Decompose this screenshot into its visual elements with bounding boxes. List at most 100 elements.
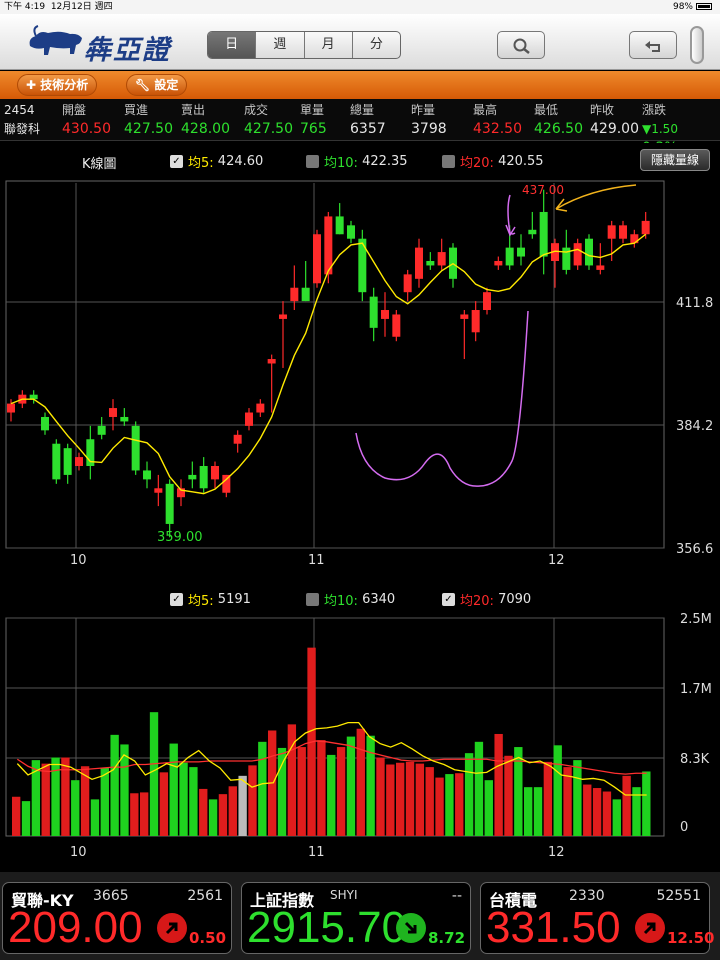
ticker-change: 0.50 — [189, 929, 227, 947]
volume-bar — [583, 784, 592, 836]
vol-ma10-legend[interactable]: 均10: 6340 — [306, 590, 395, 609]
candle-body — [245, 412, 253, 426]
volume-bar — [533, 787, 543, 836]
quote-value: 765 — [300, 121, 327, 137]
quote-label: 開盤 — [62, 103, 87, 117]
up-arrow-icon — [157, 913, 187, 943]
tab-minute[interactable]: 分 — [353, 32, 400, 58]
ticker-card-1[interactable]: 貿聯-KY 3665 2561 209.00 0.50 — [2, 882, 232, 954]
candle-body — [109, 408, 117, 417]
checkbox-ma5[interactable]: ✓ — [170, 155, 183, 168]
candlestick-chart[interactable]: 411.8 384.2 356.6 10 11 12 437.00 359.00 — [0, 143, 720, 574]
volume-bar — [317, 740, 326, 836]
volume-bar — [484, 780, 493, 836]
status-time: 下午 4:19 12月12日 週四 — [4, 2, 113, 12]
candle-body — [41, 416, 49, 431]
candle-body — [619, 225, 627, 239]
volume-bar — [445, 774, 454, 836]
ticker-volume: -- — [451, 888, 462, 904]
quote-label: 昨量 — [411, 103, 436, 117]
candle-body — [154, 488, 163, 493]
volume-bar — [149, 712, 159, 836]
low-price-label: 359.00 — [157, 530, 203, 545]
ma5-value: 424.60 — [217, 154, 264, 169]
vol-x-tick: 11 — [308, 845, 325, 860]
search-button[interactable] — [497, 31, 545, 59]
checkbox-vol-ma10[interactable] — [306, 593, 319, 606]
tab-day[interactable]: 日 — [208, 32, 257, 58]
candle-body — [585, 238, 593, 266]
volume-panel: 2.5M 1.7M 8.3K 0 10 11 12 ✓ 均5: 5191 均10: 6340 … — [0, 578, 720, 866]
volume-bar — [642, 771, 651, 836]
quote-field: 最低 426.50 — [534, 101, 583, 139]
candle-body — [460, 314, 469, 319]
vol-ma20-legend[interactable]: ✓ 均20: 7090 — [442, 590, 531, 609]
status-battery: 98% — [673, 0, 712, 14]
vol-ma5-legend[interactable]: ✓ 均5: 5191 — [170, 590, 251, 609]
volume-bar — [435, 777, 444, 836]
quote-field: 買進 427.50 — [124, 101, 173, 139]
checkbox-vol-ma20[interactable]: ✓ — [442, 593, 455, 606]
ticker-card-2[interactable]: 上証指數 SHYI -- 2915.70 8.72 — [241, 882, 471, 954]
battery-percent: 98% — [672, 2, 693, 12]
candle-body — [607, 225, 616, 239]
checkbox-ma20[interactable] — [442, 155, 455, 168]
back-button[interactable] — [629, 31, 677, 59]
ma10-legend[interactable]: 均10: 422.35 — [306, 152, 408, 171]
ticker-code: 2330 — [569, 888, 605, 904]
quote-value: ▼1.50 — [642, 122, 678, 136]
ma20-legend[interactable]: 均20: 420.55 — [442, 152, 544, 171]
ticker-card-3[interactable]: 台積電 2330 52551 331.50 12.50 — [480, 882, 714, 954]
hide-volume-button[interactable]: 隱藏量線 — [640, 149, 710, 171]
tab-week[interactable]: 週 — [256, 32, 305, 58]
volume-bar — [41, 763, 50, 836]
settings-button[interactable]: 🔧︎ 設定 — [126, 74, 188, 96]
ticker-price: 2915.70 — [247, 903, 407, 952]
ticker-code: SHYI — [330, 888, 358, 902]
volume-bar — [140, 792, 149, 836]
volume-bar — [71, 780, 80, 836]
candle-body — [494, 260, 503, 266]
volume-bar — [356, 728, 365, 836]
quote-value: 6357 — [350, 121, 386, 137]
candle-body — [63, 448, 72, 475]
volume-bar — [366, 735, 375, 836]
quote-label: 單量 — [300, 103, 325, 117]
candle-body — [301, 287, 310, 302]
candle-body — [347, 225, 355, 239]
volume-bar — [405, 761, 415, 836]
checkbox-vol-ma5[interactable]: ✓ — [170, 593, 183, 606]
vol-ma5-value: 5191 — [217, 592, 251, 607]
quote-field: 賣出 428.00 — [181, 101, 230, 139]
candle-body — [426, 260, 435, 266]
app-header: 犇亞證券 日 週 月 分 — [0, 14, 720, 105]
vol-y-tick: 0 — [680, 820, 688, 835]
tech-analysis-button[interactable]: ✚ 技術分析 — [17, 74, 98, 96]
quote-field: 總量 6357 — [350, 101, 386, 139]
quote-value: 429.00 — [590, 121, 639, 137]
bull-icon — [29, 25, 83, 55]
checkbox-ma10[interactable] — [306, 155, 319, 168]
scroll-handle[interactable] — [690, 26, 704, 64]
volume-bar — [21, 801, 31, 836]
candle-body — [52, 443, 61, 480]
volume-bar — [327, 754, 336, 836]
ticker-code: 3665 — [93, 888, 129, 904]
brand-logo: 犇亞證券 — [26, 24, 191, 105]
tab-month[interactable]: 月 — [305, 32, 353, 58]
vol-ma20-value: 7090 — [498, 592, 532, 607]
pen-annotation-purple — [355, 194, 529, 487]
volume-bar — [464, 753, 474, 836]
up-arrow-icon — [635, 913, 665, 943]
x-tick-label: 10 — [70, 553, 87, 568]
candle-body — [7, 403, 15, 413]
quote-value: 432.50 — [473, 121, 522, 137]
watchlist-bar: 貿聯-KY 3665 2561 209.00 0.50 上証指數 SHYI --… — [0, 872, 720, 960]
volume-chart[interactable]: 2.5M 1.7M 8.3K 0 10 11 12 — [0, 578, 720, 866]
x-tick-label: 11 — [308, 553, 325, 568]
volume-bar — [189, 767, 198, 836]
volume-bar — [602, 791, 612, 836]
stock-name: 聯發科 — [4, 122, 41, 136]
quote-field: 成交 427.50 — [244, 101, 293, 139]
ma5-legend[interactable]: ✓ 均5: 424.60 — [170, 152, 263, 171]
